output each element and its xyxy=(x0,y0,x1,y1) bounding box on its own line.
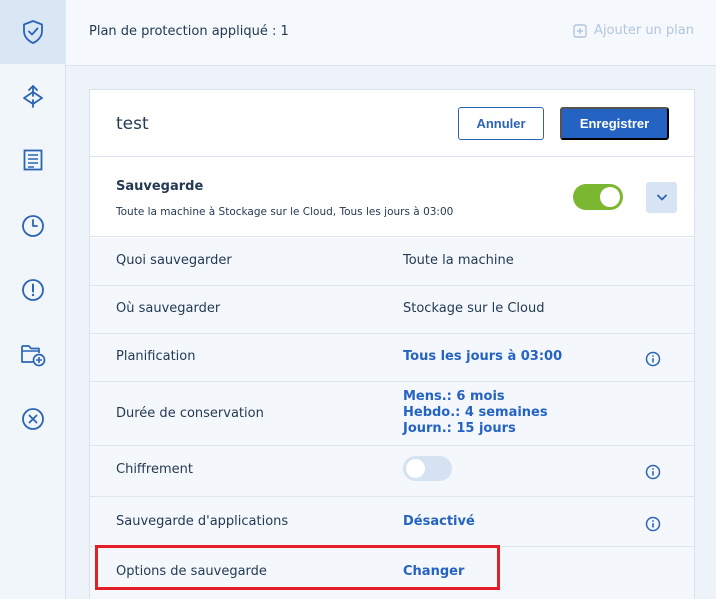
topbar: Plan de protection appliqué : 1 Ajouter … xyxy=(66,0,716,66)
schedule-link[interactable]: Tous les jours à 03:00 xyxy=(403,349,562,364)
sidebar-item-activities[interactable] xyxy=(0,194,66,258)
where-to-backup-label: Où sauvegarder xyxy=(116,301,221,316)
application-backup-link[interactable]: Désactivé xyxy=(403,514,475,529)
plan-name[interactable]: test xyxy=(116,114,149,134)
plan-header: test Annuler Enregistrer xyxy=(90,90,694,157)
info-icon[interactable] xyxy=(645,464,661,480)
encryption-label: Chiffrement xyxy=(116,462,193,477)
sidebar-item-add-folder[interactable] xyxy=(0,323,66,387)
backup-title: Sauvegarde xyxy=(116,179,204,194)
retention-monthly: Mens.: 6 mois xyxy=(403,389,505,404)
plus-square-icon xyxy=(573,23,587,38)
retention-daily: Journ.: 15 jours xyxy=(403,421,516,436)
protection-plan-card: test Annuler Enregistrer Sauvegarde Tout… xyxy=(89,89,695,599)
sidebar-item-reports[interactable] xyxy=(0,128,66,192)
info-icon[interactable] xyxy=(645,351,661,367)
list-document-icon xyxy=(23,149,43,171)
row-application-backup: Sauvegarde d'applications Désactivé xyxy=(90,497,694,547)
info-icon[interactable] xyxy=(645,516,661,532)
recovery-arrows-icon xyxy=(23,85,43,108)
row-what-to-backup[interactable]: Quoi sauvegarder Toute la machine xyxy=(90,238,694,286)
toggle-knob xyxy=(600,187,620,207)
add-plan-label: Ajouter un plan xyxy=(594,23,694,38)
toggle-knob xyxy=(406,459,425,478)
retention-link[interactable]: Mens.: 6 mois Hebdo.: 4 semaines Journ.:… xyxy=(403,389,548,437)
applied-plan-count: Plan de protection appliqué : 1 xyxy=(89,24,289,39)
row-encryption: Chiffrement xyxy=(90,446,694,497)
add-plan-button[interactable]: Ajouter un plan xyxy=(573,23,694,38)
what-to-backup-label: Quoi sauvegarder xyxy=(116,253,232,268)
where-to-backup-value: Stockage sur le Cloud xyxy=(403,301,545,316)
chevron-down-icon xyxy=(656,194,667,201)
alert-circle-icon xyxy=(22,279,44,301)
clock-icon xyxy=(22,215,44,237)
encryption-toggle[interactable] xyxy=(403,456,452,481)
save-button[interactable]: Enregistrer xyxy=(560,107,669,140)
backup-summary: Toute la machine à Stockage sur le Cloud… xyxy=(116,206,454,218)
sidebar-item-recovery[interactable] xyxy=(0,64,66,128)
sidebar-item-protection[interactable] xyxy=(0,0,66,64)
folder-add-icon xyxy=(21,345,46,367)
sidebar-item-revoke[interactable] xyxy=(0,387,66,451)
row-schedule: Planification Tous les jours à 03:00 xyxy=(90,334,694,382)
backup-module: Sauvegarde Toute la machine à Stockage s… xyxy=(90,158,694,237)
sidebar xyxy=(0,0,66,599)
shield-check-icon xyxy=(23,20,43,44)
retention-weekly: Hebdo.: 4 semaines xyxy=(403,405,548,420)
row-where-to-backup[interactable]: Où sauvegarder Stockage sur le Cloud xyxy=(90,286,694,334)
cancel-button[interactable]: Annuler xyxy=(458,107,544,140)
backup-toggle[interactable] xyxy=(573,184,623,210)
expand-button[interactable] xyxy=(646,182,677,213)
close-circle-icon xyxy=(22,408,44,430)
schedule-label: Planification xyxy=(116,349,196,364)
row-retention: Durée de conservation Mens.: 6 mois Hebd… xyxy=(90,382,694,446)
what-to-backup-value: Toute la machine xyxy=(403,253,514,268)
highlight-box xyxy=(95,545,500,590)
application-backup-label: Sauvegarde d'applications xyxy=(116,514,289,529)
retention-label: Durée de conservation xyxy=(116,406,264,421)
sidebar-item-alerts[interactable] xyxy=(0,258,66,322)
